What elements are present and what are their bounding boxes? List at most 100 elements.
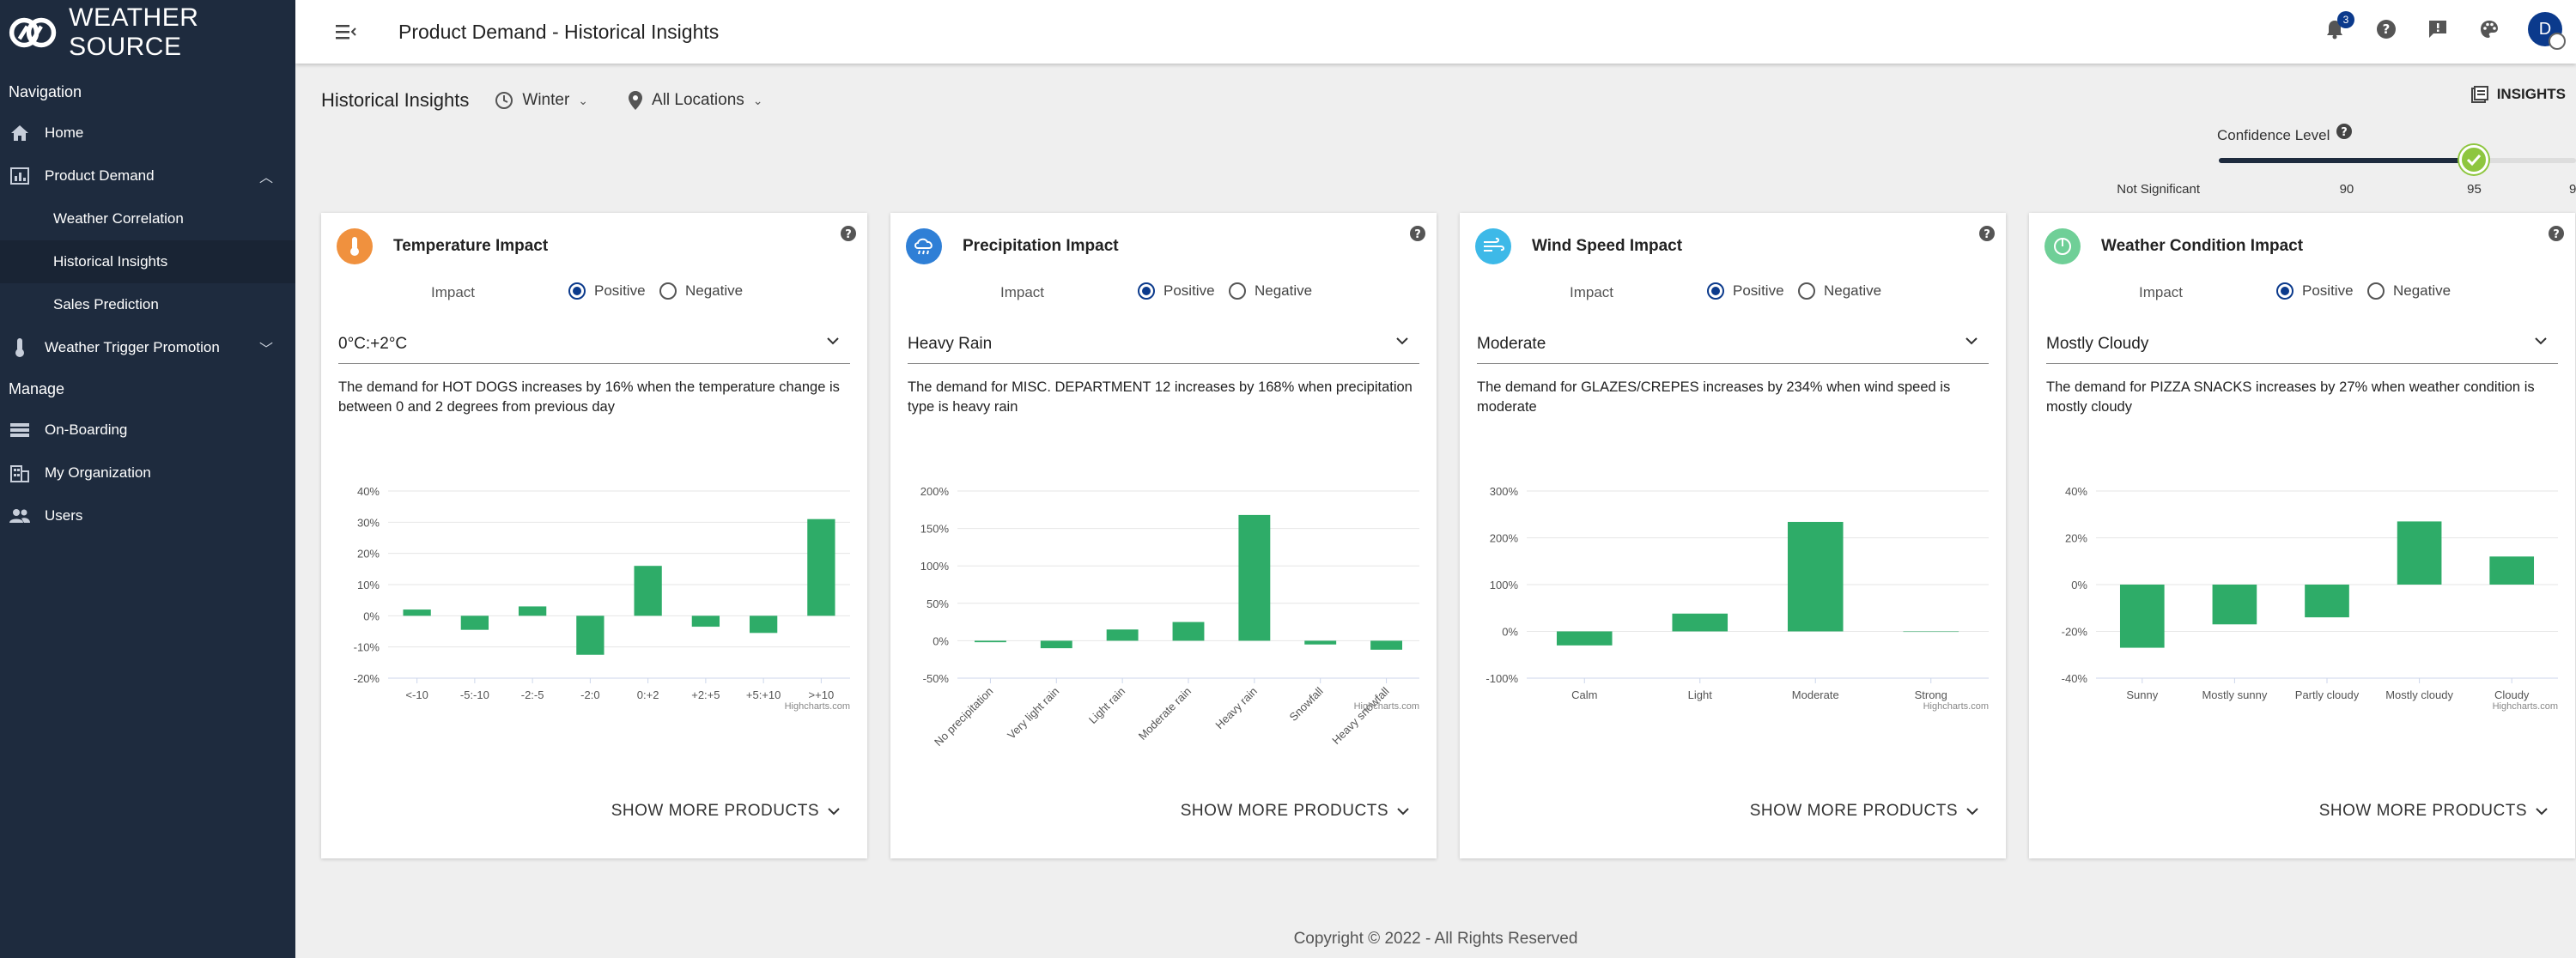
show-more-products-button[interactable]: SHOW MORE PRODUCTS (611, 802, 840, 821)
chart-credit[interactable]: Highcharts.com (2493, 701, 2558, 712)
bar[interactable] (634, 566, 662, 616)
help-icon[interactable]: ? (1409, 225, 1426, 242)
sidebar-item-home[interactable]: Home (0, 112, 295, 155)
season-dropdown[interactable]: Winter ⌄ (495, 91, 588, 110)
season-value: Winter (522, 91, 570, 109)
sidebar-item-weather-trigger-promotion[interactable]: Weather Trigger Promotion ﹀ (0, 326, 295, 369)
insights-button[interactable]: INSIGHTS (2470, 86, 2566, 103)
y-tick-label: -20% (354, 672, 380, 685)
bar[interactable] (2397, 521, 2442, 585)
x-tick-label: <-10 (405, 688, 428, 701)
slider-handle[interactable] (2459, 145, 2489, 174)
bar[interactable] (1304, 640, 1337, 645)
bar[interactable] (2489, 556, 2535, 585)
bar[interactable] (1370, 640, 1403, 650)
negative-radio[interactable]: Negative (2367, 282, 2451, 300)
show-more-products-button[interactable]: SHOW MORE PRODUCTS (1750, 802, 1978, 821)
x-tick-label: +2:+5 (691, 688, 720, 701)
show-more-products-button[interactable]: SHOW MORE PRODUCTS (1181, 802, 1409, 821)
bar[interactable] (807, 518, 835, 616)
bar[interactable] (974, 640, 1006, 643)
y-tick-label: 0% (1502, 626, 1518, 639)
card-header: Weather Condition Impact (2044, 228, 2303, 264)
notifications-button[interactable]: 3 (2322, 11, 2354, 42)
sidebar-item-weather-correlation[interactable]: Weather Correlation (0, 197, 295, 240)
bar[interactable] (691, 615, 720, 628)
svg-text:?: ? (1984, 228, 1990, 241)
bar[interactable] (1903, 631, 1959, 633)
clock-icon (495, 92, 513, 109)
sidebar-item-sales-prediction[interactable]: Sales Prediction (0, 283, 295, 326)
bar[interactable] (2305, 585, 2349, 618)
sidebar-item-label: My Organization (45, 464, 151, 481)
chevron-down-icon (1965, 337, 1978, 345)
help-icon[interactable]: ? (840, 225, 857, 242)
bar[interactable] (1787, 521, 1844, 632)
theme-button[interactable] (2476, 16, 2502, 42)
confidence-tick-label: 99 (2569, 182, 2576, 197)
bar[interactable] (749, 615, 778, 634)
sidebar-item-historical-insights[interactable]: Historical Insights (0, 240, 295, 283)
positive-radio[interactable]: Positive (1707, 282, 1784, 300)
bar[interactable] (518, 606, 547, 616)
brand-name: WEATHER SOURCE (69, 3, 199, 61)
positive-radio[interactable]: Positive (2276, 282, 2354, 300)
bar[interactable] (1556, 631, 1613, 646)
chart-credit[interactable]: Highcharts.com (785, 701, 850, 712)
bar[interactable] (1106, 629, 1139, 641)
svg-text:?: ? (2553, 228, 2560, 241)
x-tick-label: Mostly cloudy (2385, 688, 2453, 701)
negative-radio[interactable]: Negative (1798, 282, 1881, 300)
help-icon[interactable]: ? (2548, 225, 2565, 242)
y-tick-label: 300% (1490, 485, 1519, 498)
chart-credit[interactable]: Highcharts.com (1923, 701, 1989, 712)
show-more-products-button[interactable]: SHOW MORE PRODUCTS (2319, 802, 2548, 821)
y-tick-label: 100% (1490, 579, 1519, 591)
y-tick-label: 200% (920, 485, 950, 498)
bar[interactable] (1672, 613, 1728, 632)
chart-credit[interactable]: Highcharts.com (1354, 701, 1419, 712)
card-title: Wind Speed Impact (1532, 237, 1683, 255)
sidebar-item-on-boarding[interactable]: On-Boarding (0, 409, 295, 452)
positive-radio[interactable]: Positive (1138, 282, 1215, 300)
impact-select[interactable]: Heavy Rain (908, 324, 1419, 364)
radio-label: Negative (685, 282, 744, 299)
confidence-slider[interactable] (2219, 158, 2576, 163)
impact-card: Weather Condition Impact ? Impact Positi… (2029, 213, 2575, 858)
confidence-tick-label: 95 (2467, 182, 2482, 197)
x-tick-label: -2:-5 (521, 688, 544, 701)
negative-radio[interactable]: Negative (1229, 282, 1312, 300)
help-icon[interactable]: ? (1978, 225, 1996, 242)
help-icon[interactable]: ? (2336, 123, 2353, 140)
show-more-label: SHOW MORE PRODUCTS (2318, 802, 2527, 820)
radio-unchecked-icon (2367, 282, 2385, 300)
sidebar-item-product-demand[interactable]: Product Demand ︿ (0, 155, 295, 197)
y-tick-label: 20% (357, 548, 380, 561)
sidebar-item-users[interactable]: Users (0, 494, 295, 537)
impact-select[interactable]: Moderate (1477, 324, 1989, 364)
y-tick-label: 0% (363, 609, 380, 622)
y-tick-label: -50% (923, 672, 950, 685)
bar[interactable] (403, 609, 431, 616)
help-button[interactable]: ? (2373, 16, 2399, 42)
sidebar-item-my-organization[interactable]: My Organization (0, 452, 295, 494)
user-avatar[interactable]: D (2528, 12, 2566, 50)
feedback-button[interactable] (2425, 16, 2451, 42)
bar[interactable] (2212, 585, 2257, 625)
menu-collapse-icon[interactable] (333, 19, 359, 45)
negative-radio[interactable]: Negative (659, 282, 743, 300)
bar[interactable] (1172, 621, 1205, 641)
location-dropdown[interactable]: All Locations ⌄ (628, 90, 763, 111)
positive-radio[interactable]: Positive (568, 282, 646, 300)
home-icon (9, 122, 31, 144)
bar[interactable] (1238, 514, 1271, 641)
impact-select[interactable]: 0°C:+2°C (338, 324, 850, 364)
chevron-down-icon (1966, 807, 1978, 815)
bar[interactable] (460, 615, 489, 630)
bar[interactable] (576, 615, 605, 655)
logo[interactable]: WEATHER SOURCE (0, 0, 295, 65)
impact-select[interactable]: Mostly Cloudy (2046, 324, 2558, 364)
bar[interactable] (1040, 640, 1072, 649)
bar[interactable] (2119, 585, 2165, 648)
users-icon (9, 505, 31, 527)
